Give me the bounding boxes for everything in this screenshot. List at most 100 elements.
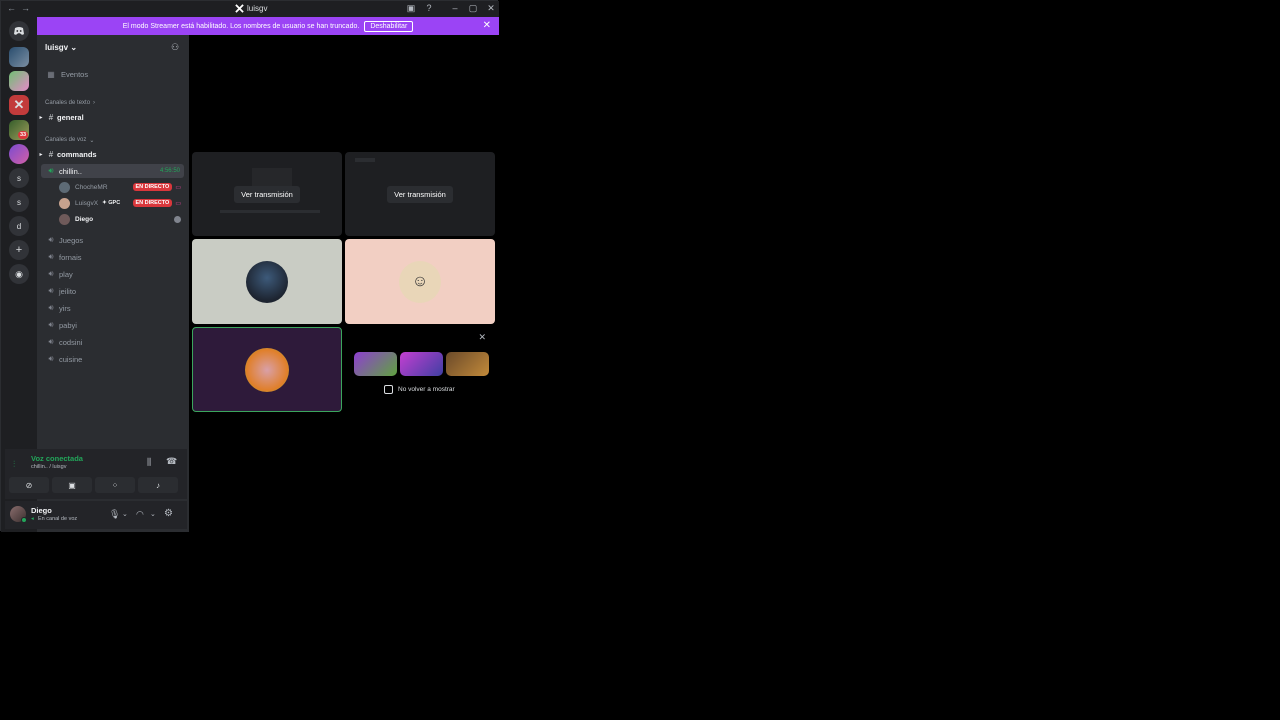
channel-general[interactable]: ▸ # general <box>37 110 189 124</box>
watch-stream-button[interactable]: Ver transmisión <box>234 185 300 203</box>
self-participant-tile[interactable] <box>192 327 342 412</box>
server-s[interactable]: s <box>9 192 29 212</box>
screen-share-icon: ▣ <box>68 480 76 490</box>
voice-status: Voz conectada <box>31 454 83 463</box>
forward-arrow-icon[interactable]: → <box>21 3 30 13</box>
voice-channel[interactable]: 🔊︎ Juegos <box>37 233 189 247</box>
help-icon[interactable]: ? <box>422 3 436 13</box>
watch-stream-button[interactable]: Ver transmisión <box>387 185 453 203</box>
soundboard-icon: ♪ <box>156 480 160 490</box>
back-arrow-icon[interactable]: ← <box>7 3 16 13</box>
stream-icon: ▭ <box>175 184 181 191</box>
streamer-mode-banner: El modo Streamer está habilitado. Los no… <box>37 17 499 35</box>
banner-close-icon[interactable]: ✕ <box>483 20 491 31</box>
caret-icon: ▸ <box>39 114 43 121</box>
speaker-icon: 🔊︎ <box>48 269 54 278</box>
voice-member[interactable]: Diego <box>37 212 189 226</box>
voice-location[interactable]: chillin.. / luisgv <box>31 464 66 470</box>
activity-thumbnail[interactable] <box>446 352 489 376</box>
voice-connection-panel: ⫶ Voz conectada chillin.. / luisgv ⫼ ☎ ⊘… <box>5 449 187 499</box>
server-avatar[interactable] <box>9 144 29 164</box>
stream-tile[interactable]: Ver transmisión <box>345 152 495 236</box>
inbox-icon[interactable]: ▣ <box>404 3 418 14</box>
voice-channel[interactable]: 🔊︎ yirs <box>37 301 189 315</box>
headphones-icon[interactable]: ◠ <box>136 509 144 520</box>
gear-icon[interactable]: ⚙ <box>164 508 173 519</box>
activity-thumbnail[interactable] <box>400 352 443 376</box>
voice-channel[interactable]: 🔊︎ codsini <box>37 335 189 349</box>
speaker-icon: 🔊︎ <box>48 252 54 261</box>
speaker-icon: 🔊︎ <box>48 166 54 175</box>
server-avatar[interactable] <box>9 47 29 67</box>
voice-member[interactable]: LuisgvX ✦ GPC EN DIRECTO ▭ <box>37 196 189 210</box>
chevron-down-icon[interactable]: ⌄ <box>122 510 128 518</box>
disconnect-icon[interactable]: ☎ <box>166 456 177 467</box>
speaker-icon: 🔊︎ <box>48 235 54 244</box>
server-s[interactable]: s <box>9 168 29 188</box>
window-title-text: luisgv <box>247 4 268 13</box>
camera-button[interactable]: ⊘ <box>9 477 49 493</box>
banner-text: El modo Streamer está habilitado. Los no… <box>122 22 360 30</box>
voice-channel[interactable]: 🔊︎ pabyi <box>37 318 189 332</box>
speaker-icon: 🔊︎ <box>48 303 54 312</box>
maximize-button[interactable]: ▢ <box>466 3 480 14</box>
camera-off-icon: ⊘ <box>25 480 33 490</box>
speaker-icon: 🔊︎ <box>48 286 54 295</box>
add-member-icon[interactable]: ⚇ <box>171 42 179 53</box>
server-avatar[interactable] <box>9 71 29 91</box>
activities-icon: ⁘ <box>111 480 119 490</box>
screen-share-button[interactable]: ▣ <box>52 477 92 493</box>
activity-thumbnail[interactable] <box>354 352 397 376</box>
checkbox[interactable] <box>384 385 393 394</box>
close-window-button[interactable]: ✕ <box>484 3 498 14</box>
stream-preview-bar <box>220 210 320 213</box>
mention-badge: 33 <box>18 131 29 139</box>
chevron-down-icon[interactable]: ⌄ <box>150 510 156 518</box>
server-name-header[interactable]: luisgv ⌄ <box>45 43 77 52</box>
dont-show-again[interactable]: No volver a mostrar <box>384 385 455 394</box>
microphone-icon[interactable]: 🎙︎ <box>109 509 120 520</box>
text-category-header[interactable]: Canales de texto › <box>37 96 189 110</box>
stream-tile[interactable]: Ver transmisión <box>192 152 342 236</box>
live-badge: EN DIRECTO <box>132 199 173 207</box>
speaker-icon: 🔊︎ <box>48 320 54 329</box>
promo-close-icon[interactable]: ✕ <box>478 332 486 343</box>
voice-member[interactable]: ChocheMR EN DIRECTO ▭ <box>37 180 189 194</box>
channel-commands[interactable]: ▸ # commands <box>37 147 189 161</box>
username[interactable]: Diego <box>31 506 52 515</box>
voice-channel[interactable]: 🔊︎ play <box>37 267 189 281</box>
avatar <box>59 197 70 209</box>
participant-avatar <box>245 347 289 392</box>
discord-home-icon[interactable] <box>9 21 29 41</box>
noise-suppression-icon[interactable]: ⫼ <box>147 457 151 468</box>
voice-channel[interactable]: 🔊︎ cuisine <box>37 352 189 366</box>
call-timer: 4:56:50 <box>159 168 180 174</box>
activities-promo: ✕ No volver a mostrar <box>345 327 495 412</box>
activities-button[interactable]: ⁘ <box>95 477 135 493</box>
events-item[interactable]: ▦ Eventos <box>37 67 189 81</box>
stream-preview-blur <box>252 168 292 186</box>
voice-stage: Ver transmisión Ver transmisión ☺ ✕ No v… <box>189 35 499 532</box>
voice-signal-icon: ◂ <box>31 516 34 522</box>
chevron-right-icon: › <box>93 100 96 106</box>
participant-avatar: ☺ <box>399 260 441 303</box>
voice-channel[interactable]: 🔊︎ fornais <box>37 250 189 264</box>
user-status: ◂ En canal de voz <box>31 516 78 522</box>
voice-category-header[interactable]: Canales de voz ⌄ <box>37 133 189 147</box>
participant-tile[interactable]: ☺ <box>345 239 495 324</box>
soundboard-button[interactable]: ♪ <box>138 477 178 493</box>
voice-channel[interactable]: 🔊︎ jeilito <box>37 284 189 298</box>
add-server-icon[interactable]: + <box>9 240 29 260</box>
server-x-icon <box>235 4 244 13</box>
server-d[interactable]: d <box>9 216 29 236</box>
stream-icon: ▭ <box>175 200 181 207</box>
server-x-selected[interactable]: ✕ <box>9 95 29 115</box>
online-status-icon <box>21 517 27 523</box>
caret-icon: ▸ <box>39 151 43 158</box>
disable-streamer-button[interactable]: Deshabilitar <box>364 20 414 32</box>
voice-channel-active[interactable]: 🔊︎ chillin.. 4:56:50 <box>41 164 184 178</box>
hash-icon: # <box>48 112 54 122</box>
participant-tile[interactable] <box>192 239 342 324</box>
minimize-button[interactable]: – <box>448 3 462 13</box>
discover-icon[interactable]: ◉ <box>9 264 29 284</box>
